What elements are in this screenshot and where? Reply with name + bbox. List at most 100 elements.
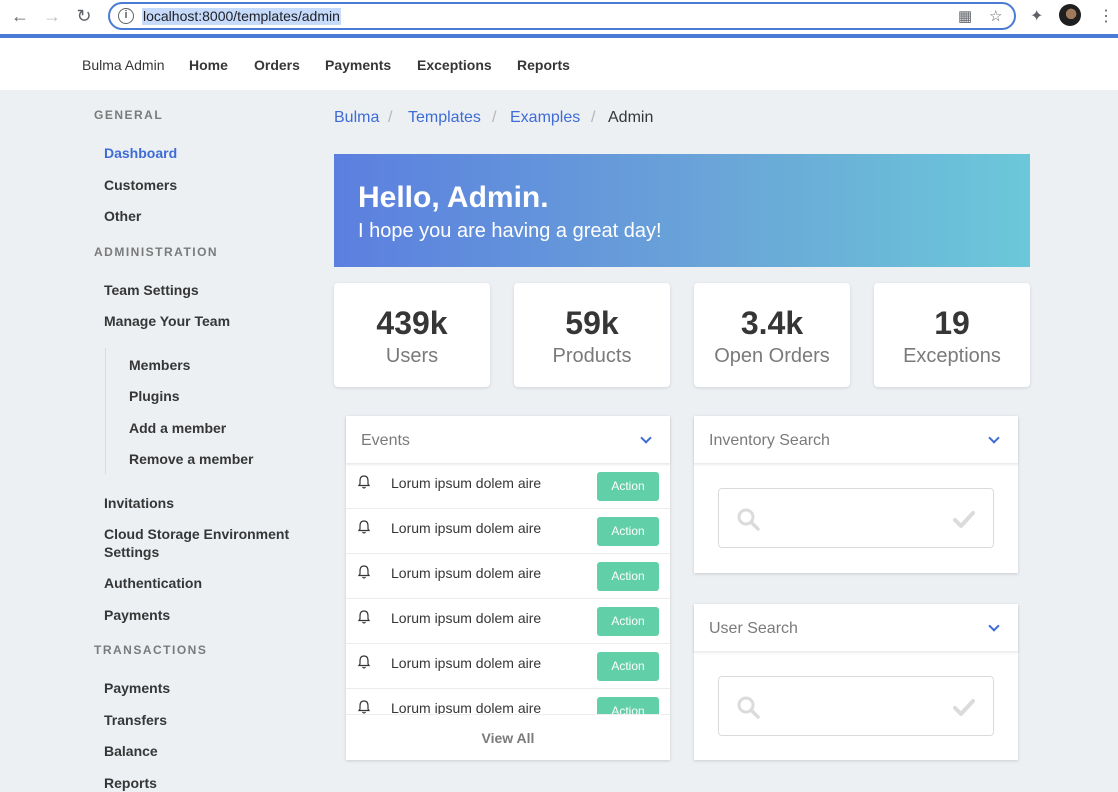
sidebar-item-dashboard[interactable]: Dashboard: [104, 144, 177, 162]
bell-icon: [357, 610, 371, 624]
hero-title: Hello, Admin.: [358, 181, 549, 214]
stat-value: 3.4k: [740, 305, 804, 341]
sidebar-subitem-add-member[interactable]: Add a member: [129, 419, 226, 437]
stat-label: Products: [552, 345, 632, 367]
chevron-down-icon[interactable]: [988, 432, 1000, 444]
extensions-puzzle-icon[interactable]: ✦: [1030, 6, 1043, 26]
stat-value: 439k: [376, 305, 448, 341]
event-action-button[interactable]: Action: [597, 652, 659, 681]
events-card-header[interactable]: Events: [346, 416, 670, 464]
breadcrumb-separator: /: [492, 109, 497, 126]
event-text: Lorum ipsum dolem aire: [391, 655, 542, 671]
inventory-search-input[interactable]: [718, 488, 994, 548]
search-icon: [737, 508, 760, 531]
sidebar-item-reports[interactable]: Reports: [104, 774, 157, 792]
sidebar-item-customers[interactable]: Customers: [104, 176, 177, 194]
sidebar-item-admin-payments[interactable]: Payments: [104, 606, 170, 624]
check-icon: [953, 511, 975, 528]
breadcrumb-bulma[interactable]: Bulma: [334, 109, 379, 127]
user-search-header[interactable]: User Search: [694, 604, 1018, 652]
top-navbar: Bulma Admin Home Orders Payments Excepti…: [0, 38, 1118, 90]
breadcrumb-separator: /: [388, 109, 393, 126]
stat-tile-open-orders: 3.4k Open Orders: [694, 283, 850, 387]
browser-menu-icon[interactable]: ⋮: [1098, 6, 1114, 26]
inventory-search-title: Inventory Search: [709, 432, 830, 449]
event-action-button[interactable]: Action: [597, 562, 659, 591]
event-text: Lorum ipsum dolem aire: [391, 565, 542, 581]
back-icon[interactable]: ←: [8, 5, 32, 27]
nav-item-home[interactable]: Home: [189, 57, 228, 73]
nav-item-orders[interactable]: Orders: [254, 57, 300, 73]
navbar-brand[interactable]: Bulma Admin: [82, 57, 164, 73]
qr-code-icon[interactable]: ▦: [958, 7, 972, 25]
event-action-button[interactable]: Action: [597, 607, 659, 636]
breadcrumb-separator: /: [591, 109, 596, 126]
user-search-input[interactable]: [718, 676, 994, 736]
bell-icon: [357, 520, 371, 534]
profile-avatar[interactable]: [1059, 4, 1081, 26]
event-action-button[interactable]: Action: [597, 517, 659, 546]
stat-tile-exceptions: 19 Exceptions: [874, 283, 1030, 387]
sidebar-item-manage-team[interactable]: Manage Your Team: [104, 312, 230, 330]
bookmark-star-icon[interactable]: ☆: [989, 7, 1002, 25]
reload-icon[interactable]: ↻: [72, 5, 96, 27]
stat-label: Users: [385, 345, 439, 367]
stat-value: 59k: [565, 305, 619, 341]
sidebar-item-authentication[interactable]: Authentication: [104, 574, 202, 592]
inventory-search-header[interactable]: Inventory Search: [694, 416, 1018, 464]
chevron-down-icon[interactable]: [988, 620, 1000, 632]
sidebar-item-balance[interactable]: Balance: [104, 742, 158, 760]
sidebar-subitem-plugins[interactable]: Plugins: [129, 387, 180, 405]
event-row: Lorum ipsum dolem aire Action: [346, 644, 670, 689]
hero-subtitle: I hope you are having a great day!: [358, 220, 662, 242]
address-bar[interactable]: i localhost:8000/templates/admin ▦ ☆: [108, 2, 1016, 30]
stat-tile-products: 59k Products: [514, 283, 670, 387]
site-info-icon[interactable]: i: [118, 8, 134, 24]
stat-value: 19: [934, 305, 970, 341]
bell-icon: [357, 700, 371, 714]
sidebar-item-invitations[interactable]: Invitations: [104, 494, 174, 512]
event-text: Lorum ipsum dolem aire: [391, 610, 542, 626]
menu-label-administration: ADMINISTRATION: [94, 245, 219, 259]
event-text: Lorum ipsum dolem aire: [391, 475, 542, 491]
event-text: Lorum ipsum dolem aire: [391, 700, 542, 714]
search-icon: [737, 696, 760, 719]
breadcrumb-examples[interactable]: Examples: [510, 109, 580, 127]
chevron-down-icon[interactable]: [640, 432, 652, 444]
nav-item-reports[interactable]: Reports: [517, 57, 570, 73]
user-search-title: User Search: [709, 620, 798, 637]
check-icon: [953, 699, 975, 716]
welcome-hero: Hello, Admin. I hope you are having a gr…: [334, 154, 1030, 267]
event-row: Lorum ipsum dolem aire Action: [346, 689, 670, 714]
sidebar-item-other[interactable]: Other: [104, 207, 141, 225]
sidebar-subitem-members[interactable]: Members: [129, 356, 190, 374]
events-card-title: Events: [361, 432, 410, 449]
bell-icon: [357, 475, 371, 489]
stat-label: Open Orders: [714, 345, 830, 367]
user-search-card: User Search: [694, 604, 1018, 760]
sidebar-item-transfers[interactable]: Transfers: [104, 711, 167, 729]
breadcrumb-templates[interactable]: Templates: [408, 109, 481, 127]
stat-label: Exceptions: [903, 345, 1001, 367]
browser-toolbar: ← → ↻ i localhost:8000/templates/admin ▦…: [0, 0, 1118, 38]
view-all-link[interactable]: View All: [346, 714, 670, 760]
event-row: Lorum ipsum dolem aire Action: [346, 554, 670, 599]
menu-label-general: GENERAL: [94, 108, 164, 122]
events-list[interactable]: Lorum ipsum dolem aire Action Lorum ipsu…: [346, 464, 670, 714]
nav-item-exceptions[interactable]: Exceptions: [417, 57, 492, 73]
event-text: Lorum ipsum dolem aire: [391, 520, 542, 536]
sidebar-item-team-settings[interactable]: Team Settings: [104, 281, 199, 299]
menu-label-transactions: TRANSACTIONS: [94, 643, 208, 657]
event-action-button[interactable]: Action: [597, 697, 659, 714]
breadcrumb-current: Admin: [608, 109, 654, 126]
stat-tile-users: 439k Users: [334, 283, 490, 387]
forward-icon[interactable]: →: [40, 5, 64, 27]
address-url[interactable]: localhost:8000/templates/admin: [142, 8, 341, 25]
inventory-search-card: Inventory Search: [694, 416, 1018, 573]
events-card: Events Lorum ipsum dolem aire Action Lor…: [346, 416, 670, 760]
sidebar-item-payments[interactable]: Payments: [104, 679, 170, 697]
event-action-button[interactable]: Action: [597, 472, 659, 501]
sidebar-item-cloud-storage[interactable]: Cloud Storage Environment Settings: [104, 525, 304, 561]
nav-item-payments[interactable]: Payments: [325, 57, 391, 73]
sidebar-subitem-remove-member[interactable]: Remove a member: [129, 450, 254, 468]
